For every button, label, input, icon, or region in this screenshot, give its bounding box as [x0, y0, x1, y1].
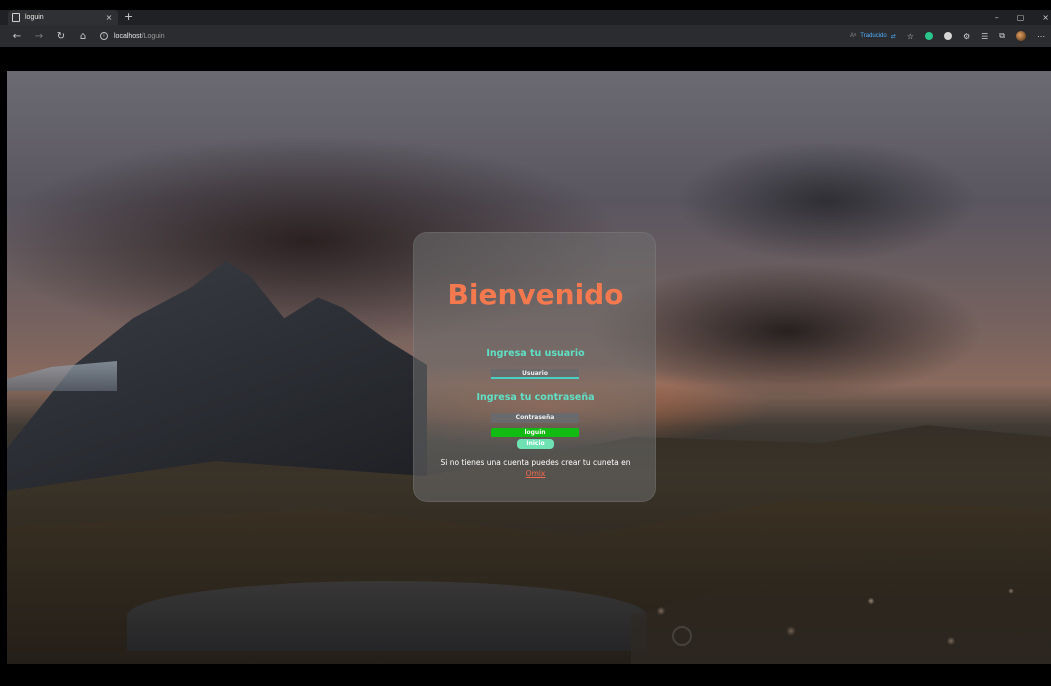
info-icon[interactable]: i [100, 32, 108, 40]
translate-icon: ⇄ [890, 33, 896, 40]
login-button[interactable]: loguin [491, 428, 579, 437]
tab-close-icon[interactable]: × [104, 13, 114, 22]
background-river [127, 581, 647, 651]
password-label: Ingresa tu contraseña [476, 392, 595, 403]
username-input[interactable]: Usuario [491, 369, 579, 379]
username-label: Ingresa tu usuario [486, 348, 585, 359]
url-host: localhost [114, 32, 142, 40]
login-card: Bienvenido Ingresa tu usuario Usuario In… [413, 232, 656, 502]
tab-strip: loguin × + – ▢ × [0, 10, 1051, 25]
maximize-icon[interactable]: ▢ [1017, 10, 1025, 25]
password-input[interactable]: Contraseña [491, 413, 579, 423]
close-window-icon[interactable]: × [1042, 10, 1049, 25]
toolbar-actions: Aᵃ Traducido ⇄ ☆ ⚙ ☰ ⧉ ⋯ [850, 25, 1045, 47]
back-icon[interactable]: ← [6, 31, 28, 42]
browser-toolbar: ← → ↻ ⌂ i localhost /Loguin Aᵃ Traducido… [0, 25, 1051, 47]
minimize-icon[interactable]: – [995, 10, 999, 25]
signup-message: Si no tienes una cuenta puedes crear tu … [440, 458, 631, 467]
extension-icon[interactable] [943, 32, 952, 40]
page-icon [12, 13, 20, 22]
translate-indicator[interactable]: Aᵃ Traducido ⇄ [850, 33, 896, 40]
favorite-icon[interactable]: ☆ [907, 32, 914, 41]
signup-link[interactable]: Omix [526, 469, 546, 478]
tab-title: loguin [25, 14, 44, 21]
watermark-icon [672, 626, 692, 646]
refresh-icon[interactable]: ↻ [50, 31, 72, 42]
signup-text: Si no tienes una cuenta puedes crear tu … [434, 457, 637, 479]
read-aloud-icon[interactable]: Aᵃ [850, 33, 856, 39]
url-path: /Loguin [141, 32, 165, 40]
home-icon[interactable]: ⌂ [72, 31, 94, 42]
profile-avatar[interactable] [1016, 31, 1026, 41]
forward-icon[interactable]: → [28, 31, 50, 42]
home-button[interactable]: Inicio [517, 439, 554, 449]
tab-loguin[interactable]: loguin × [8, 10, 118, 25]
browser-window: loguin × + – ▢ × ← → ↻ ⌂ i localhost /Lo… [0, 0, 1051, 686]
settings-icon[interactable]: ⚙ [963, 32, 970, 41]
favorites-icon[interactable]: ☰ [981, 32, 988, 41]
new-tab-icon[interactable]: + [124, 10, 133, 24]
background-snow [7, 361, 117, 391]
page-viewport: Bienvenido Ingresa tu usuario Usuario In… [7, 71, 1051, 664]
page-title: Bienvenido [447, 278, 624, 311]
address-bar[interactable]: i localhost /Loguin [100, 28, 800, 44]
window-controls: – ▢ × [995, 10, 1051, 25]
extension-green-icon[interactable] [924, 32, 933, 40]
collections-icon[interactable]: ⧉ [999, 31, 1005, 41]
more-icon[interactable]: ⋯ [1037, 32, 1045, 41]
translate-label: Traducido [860, 33, 887, 39]
